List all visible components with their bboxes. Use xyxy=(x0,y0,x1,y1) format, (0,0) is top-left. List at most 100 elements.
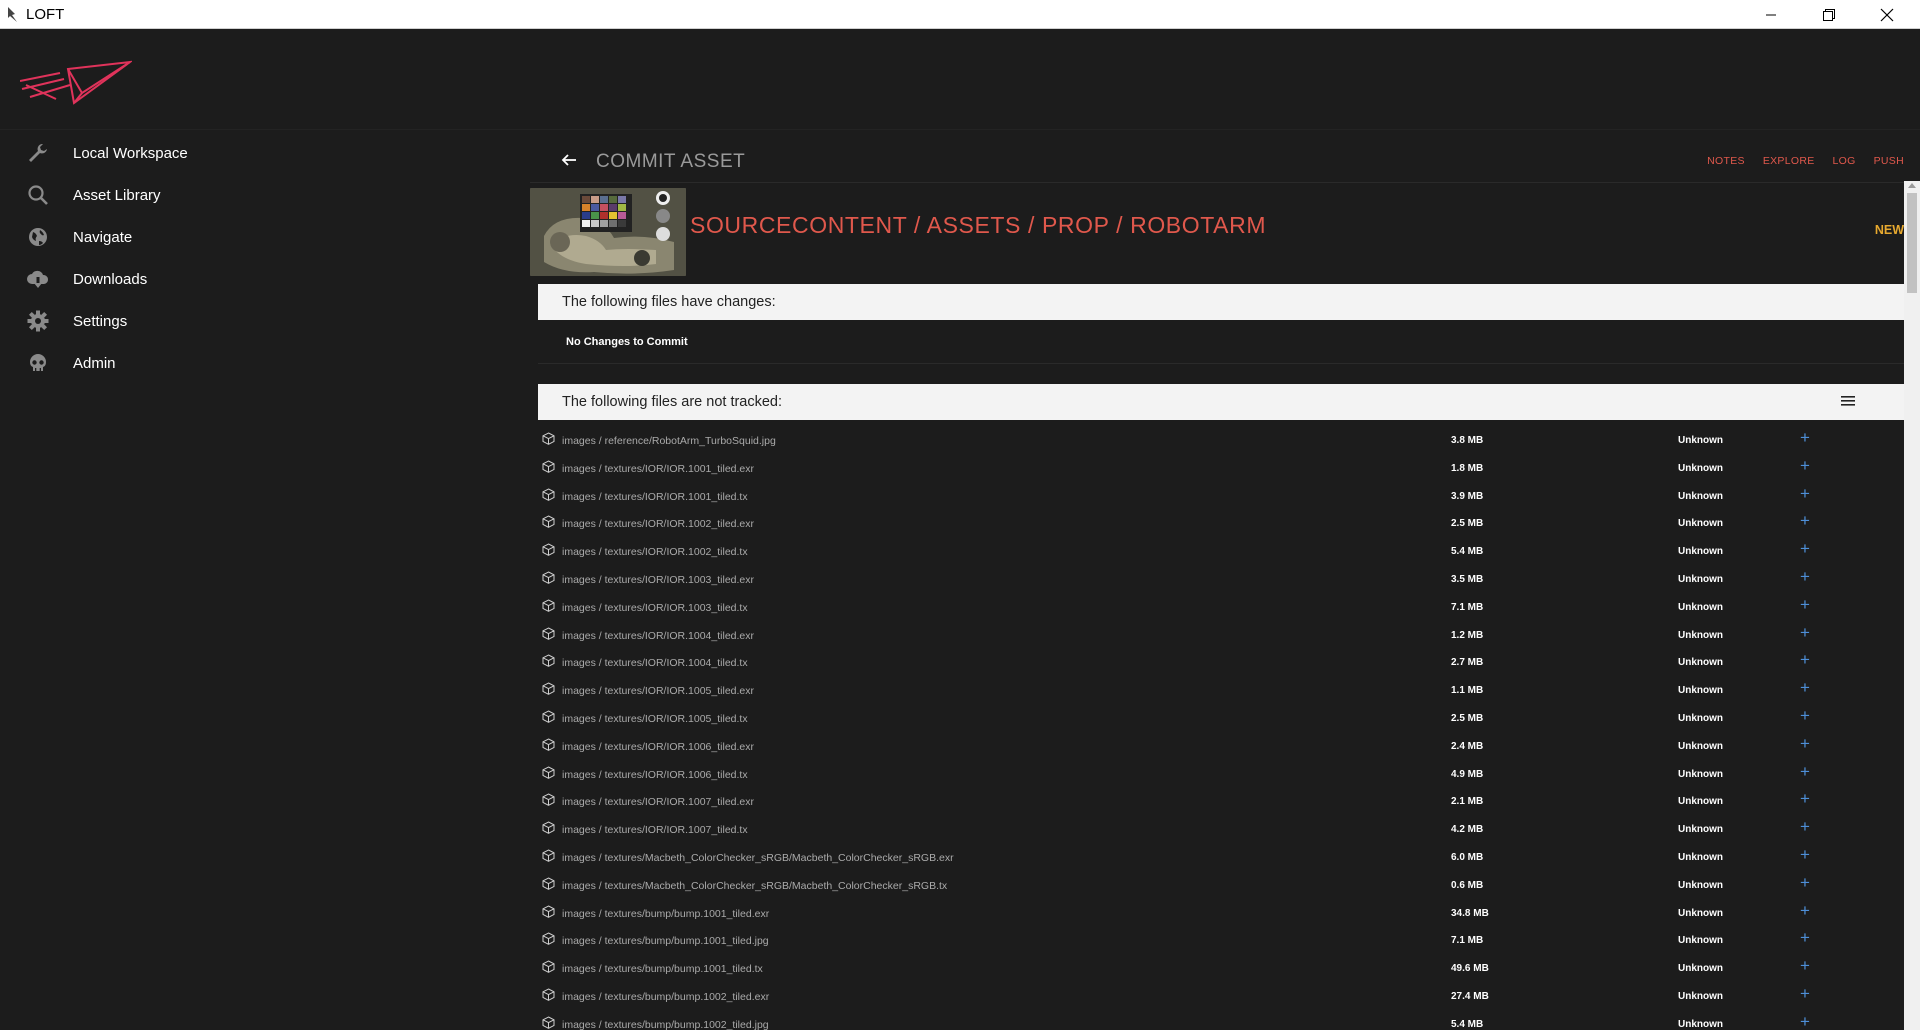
add-file-button[interactable]: + xyxy=(1798,901,1812,921)
scrollbar[interactable] xyxy=(1904,181,1920,1030)
loft-app-icon xyxy=(8,7,17,22)
add-file-button[interactable]: + xyxy=(1798,623,1812,643)
scroll-up-arrow[interactable] xyxy=(1908,183,1916,188)
file-path: images / reference/RobotArm_TurboSquid.j… xyxy=(562,435,776,447)
file-size: 3.8 MB xyxy=(1451,435,1484,446)
add-file-button[interactable]: + xyxy=(1798,817,1812,837)
file-status: Unknown xyxy=(1678,768,1723,780)
file-size: 1.2 MB xyxy=(1451,629,1484,641)
file-row: images / textures/bump/bump.1001_tiled.t… xyxy=(538,954,1904,982)
file-size: 7.1 MB xyxy=(1451,935,1484,947)
add-file-button[interactable]: + xyxy=(1798,956,1812,976)
add-file-button[interactable]: + xyxy=(1798,428,1812,448)
sidebar-item-local-workspace[interactable]: Local Workspace xyxy=(0,132,520,174)
file-row: images / textures/IOR/IOR.1001_tiled.tx 3… xyxy=(538,482,1904,510)
list-menu-icon[interactable] xyxy=(1840,394,1856,408)
file-size: 27.4 MB xyxy=(1451,990,1489,1002)
add-file-button[interactable]: + xyxy=(1798,762,1812,782)
file-status: Unknown xyxy=(1678,712,1723,724)
add-file-button[interactable]: + xyxy=(1798,511,1812,531)
sidebar-item-downloads[interactable]: Downloads xyxy=(0,258,520,300)
explore-link[interactable]: EXPLORE xyxy=(1763,155,1815,167)
files-scroll-area[interactable]: The following files have changes: No Cha… xyxy=(538,284,1904,1030)
add-file-button[interactable]: + xyxy=(1798,456,1812,476)
file-row: images / textures/IOR/IOR.1003_tiled.exr… xyxy=(538,565,1904,593)
cube-icon xyxy=(542,654,555,668)
main-content: COMMIT ASSET NOTES EXPLORE LOG PUSH SOUR… xyxy=(530,130,1904,1030)
add-file-button[interactable]: + xyxy=(1798,706,1812,726)
file-status: Unknown xyxy=(1678,907,1723,919)
globe-icon xyxy=(26,226,50,248)
scrollbar-thumb[interactable] xyxy=(1907,193,1917,293)
cube-icon xyxy=(542,766,555,779)
file-path: images / textures/IOR/IOR.1007_tiled.tx xyxy=(562,824,748,837)
cube-icon xyxy=(542,849,555,862)
file-row: images / textures/Macbeth_ColorChecker_s… xyxy=(538,871,1904,899)
file-size: 2.4 MB xyxy=(1451,740,1484,752)
file-row: images / textures/IOR/IOR.1001_tiled.exr… xyxy=(538,454,1904,482)
file-size: 4.2 MB xyxy=(1451,824,1484,836)
file-size: 2.7 MB xyxy=(1451,657,1484,669)
cube-icon xyxy=(542,571,555,584)
cube-icon xyxy=(542,515,555,529)
file-status: Unknown xyxy=(1678,935,1723,947)
file-path: images / textures/bump/bump.1002_tiled.e… xyxy=(562,990,770,1003)
close-button[interactable] xyxy=(1858,0,1916,29)
cube-icon xyxy=(542,543,555,557)
cloud-download-icon xyxy=(26,268,50,290)
close-icon xyxy=(1880,8,1894,21)
minimize-button[interactable] xyxy=(1742,0,1800,29)
cube-icon xyxy=(542,460,555,473)
file-status: Unknown xyxy=(1678,1018,1723,1030)
file-path: images / textures/bump/bump.1001_tiled.j… xyxy=(562,935,769,948)
add-file-button[interactable]: + xyxy=(1798,984,1812,1004)
file-path: images / textures/IOR/IOR.1002_tiled.tx xyxy=(562,546,748,559)
sidebar-item-settings[interactable]: Settings xyxy=(0,300,520,342)
file-row: images / textures/bump/bump.1001_tiled.e… xyxy=(538,899,1904,927)
add-file-button[interactable]: + xyxy=(1798,845,1812,865)
sidebar-item-navigate[interactable]: Navigate xyxy=(0,216,520,258)
add-file-button[interactable]: + xyxy=(1798,567,1812,587)
file-path: images / textures/IOR/IOR.1006_tiled.exr xyxy=(562,740,754,753)
restore-button[interactable] xyxy=(1800,0,1858,29)
push-link[interactable]: PUSH xyxy=(1874,155,1904,167)
asset-thumbnail[interactable] xyxy=(530,188,686,276)
log-link[interactable]: LOG xyxy=(1833,155,1856,167)
skull-icon xyxy=(26,352,50,374)
add-file-button[interactable]: + xyxy=(1798,789,1812,809)
file-path: images / textures/IOR/IOR.1007_tiled.exr xyxy=(562,796,754,809)
file-size: 2.1 MB xyxy=(1451,796,1484,808)
add-file-button[interactable]: + xyxy=(1798,873,1812,893)
cube-icon xyxy=(542,877,555,890)
cube-icon xyxy=(542,599,555,612)
header-links: NOTES EXPLORE LOG PUSH xyxy=(1689,155,1904,167)
add-file-button[interactable]: + xyxy=(1798,595,1812,615)
cube-icon xyxy=(542,932,555,946)
header-divider xyxy=(530,182,1904,183)
paper-plane-logo[interactable] xyxy=(20,59,132,107)
add-file-button[interactable]: + xyxy=(1798,928,1812,948)
add-file-button[interactable]: + xyxy=(1798,539,1812,559)
file-path: images / textures/IOR/IOR.1001_tiled.tx xyxy=(562,490,748,503)
file-path: images / textures/IOR/IOR.1005_tiled.exr xyxy=(562,685,754,698)
file-row: images / textures/IOR/IOR.1007_tiled.exr… xyxy=(538,787,1904,815)
file-row: images / textures/bump/bump.1002_tiled.j… xyxy=(538,1010,1904,1030)
notes-link[interactable]: NOTES xyxy=(1707,155,1745,167)
file-path: images / textures/IOR/IOR.1003_tiled.tx xyxy=(562,601,748,614)
add-file-button[interactable]: + xyxy=(1798,484,1812,504)
sidebar-item-admin[interactable]: Admin xyxy=(0,342,520,384)
file-row: images / textures/IOR/IOR.1004_tiled.exr… xyxy=(538,621,1904,649)
add-file-button[interactable]: + xyxy=(1798,650,1812,670)
changes-section-title: The following files have changes: xyxy=(562,294,776,310)
file-size: 7.1 MB xyxy=(1451,601,1484,613)
top-bar xyxy=(520,29,1920,129)
add-file-button[interactable]: + xyxy=(1798,678,1812,698)
back-arrow-icon[interactable] xyxy=(560,150,580,170)
file-status: Unknown xyxy=(1678,851,1723,863)
add-file-button[interactable]: + xyxy=(1798,734,1812,754)
sidebar-nav: Local Workspace Asset Library Navigate D… xyxy=(0,132,520,384)
file-row: images / textures/bump/bump.1002_tiled.e… xyxy=(538,982,1904,1010)
add-file-button[interactable]: + xyxy=(1798,1012,1812,1030)
file-size: 0.6 MB xyxy=(1451,879,1484,891)
sidebar-item-asset-library[interactable]: Asset Library xyxy=(0,174,520,216)
